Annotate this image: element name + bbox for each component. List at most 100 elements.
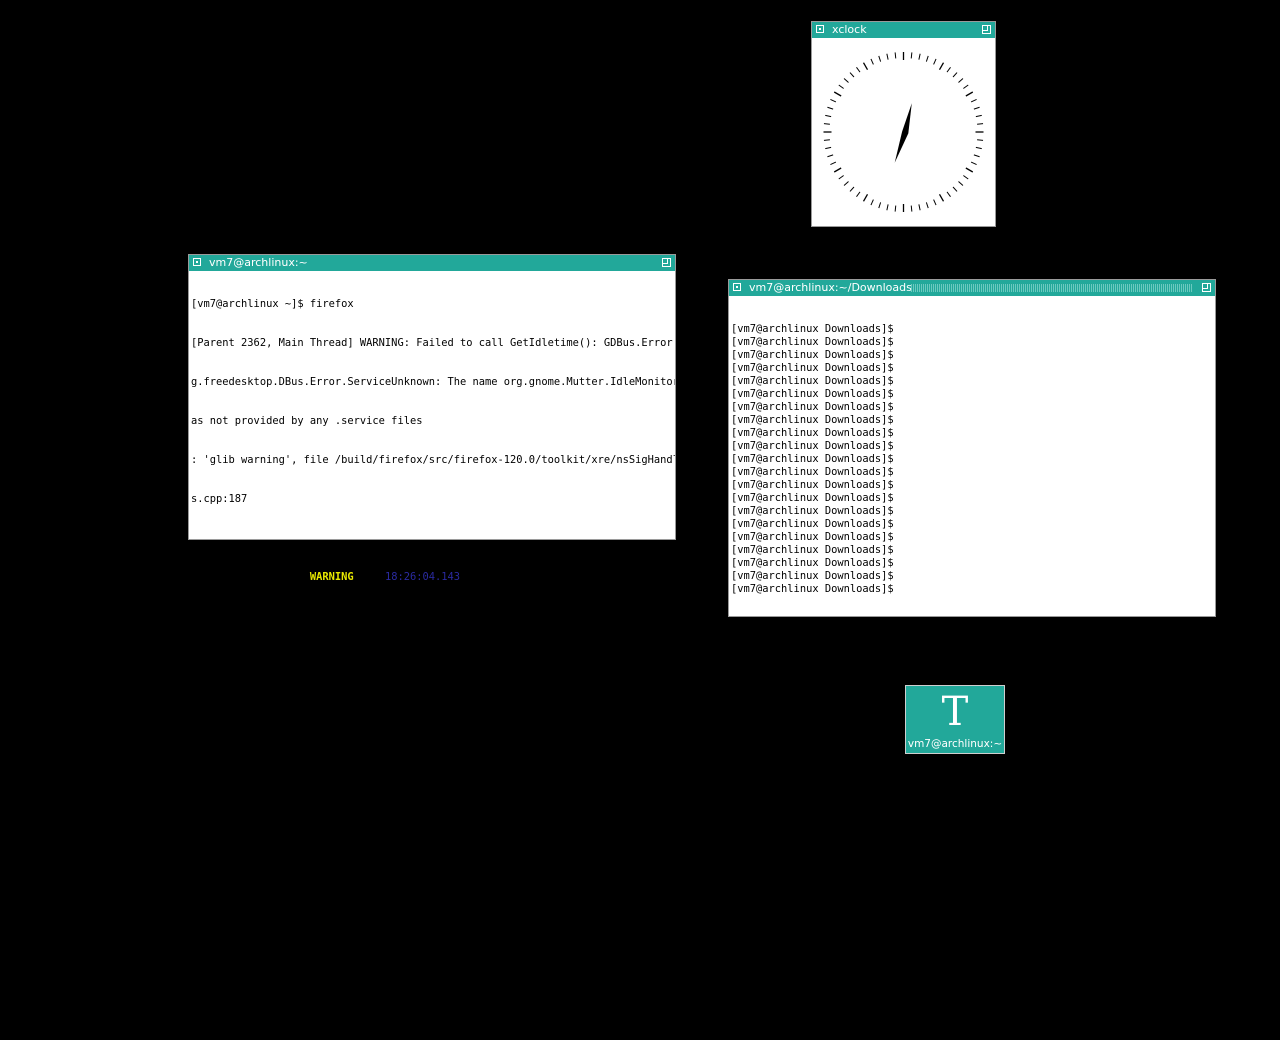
prompt-history-line: [vm7@archlinux Downloads]$ [731,466,894,478]
clock-tick [843,78,849,83]
terminal-line: Monitor was not provided by any .service… [191,649,479,661]
xclock-titlebar[interactable]: xclock [812,22,995,38]
window-menu-icon[interactable] [733,283,741,291]
terminal-line: [Parent 2362, Main Thread] WARNING: Fail… [191,337,675,349]
window-title: xclock [832,23,867,36]
clock-tick [856,66,861,73]
prompt-history-line: [vm7@archlinux Downloads]$ [731,427,894,439]
clock-tick [823,123,830,125]
terminal-titlebar[interactable]: vm7@archlinux:~ [189,255,675,271]
clock-tick [963,175,969,180]
warning-line: ** (firefox:2362): WARNING **: 18:26:04.… [191,571,675,584]
prompt-text: [vm7@archlinux ~]$ [191,1002,310,1014]
clock-tick [918,204,921,211]
prompt-history-line: [vm7@archlinux Downloads]$ [731,323,894,335]
prompt-history-line: [vm7@archlinux Downloads]$ [731,479,894,491]
prompt-history-line: [vm7@archlinux Downloads]$ [731,440,894,452]
clock-tick [870,58,874,65]
clock-tick [952,186,958,192]
clock-tick [938,62,945,70]
warning-rest: : Failed to call GetIdletime(): GDBus [460,571,675,583]
clock-tick [952,72,958,78]
resize-icon[interactable] [1202,283,1211,292]
clock-tick [825,114,832,118]
warning-time: 18:26:04.143 [384,571,461,583]
terminal-line: ^CExiting due to channel error. [191,727,385,739]
terminal-line: Exiting due to channel error. [191,922,373,934]
clock-tick [886,204,889,211]
clock-tick [894,205,897,212]
clock-tick [823,139,830,141]
terminal-line: s.cpp:187 [191,493,248,505]
prompt-history: [vm7@archlinux Downloads]$ [vm7@archlinux… [731,323,1213,596]
clock-tick [965,91,974,97]
icon-label: vm7@archlinux:~ [907,738,1003,750]
prompt-history-line: [vm7@archlinux Downloads]$ [731,401,894,413]
prompt-text: [vm7@archlinux Downloads]$ [731,700,900,712]
clock-tick [958,181,964,186]
clock-tick [833,91,842,97]
clock-tick [925,202,929,209]
clock-tick [970,161,977,165]
clock-tick [910,52,913,59]
clock-tick [830,99,837,103]
terminal-titlebar[interactable]: vm7@archlinux:~/Downloads [729,280,1215,296]
prompt-history-line: [vm7@archlinux Downloads]$ [731,453,894,465]
clock-tick [975,114,982,118]
clock-tick [933,58,937,65]
window-title: vm7@archlinux:~ [209,256,308,269]
prompt-history-line: [vm7@archlinux Downloads]$ [731,349,894,361]
clock-hand [894,103,912,163]
warning-label: WARNING [309,571,354,583]
clock-tick [975,146,982,150]
clock-tick [862,62,869,70]
terminal-icon: T [941,689,969,735]
analog-clock [823,52,984,212]
clock-tick [965,167,974,173]
clock-tick [977,123,984,125]
terminal-output[interactable]: [vm7@archlinux ~]$ firefox [Parent 2362,… [189,271,675,1040]
clock-tick [827,106,834,110]
clock-tick [894,52,897,59]
clock-tick [973,106,980,110]
terminal-line: Exiting due to channel error. [191,883,373,895]
clock-tick [958,78,964,83]
terminal-line: e [731,661,738,673]
prompt-history-line: [vm7@archlinux Downloads]$ [731,557,894,569]
window-menu-icon[interactable] [193,258,201,266]
clock-tick [933,199,937,206]
warning-prefix: ** (firefox:2362): [191,571,310,583]
firefox-terminal-window[interactable]: vm7@archlinux:~ [vm7@archlinux ~]$ firef… [188,254,676,1014]
terminal-output[interactable]: [vm7@archlinux Downloads]$ [vm7@archlinux… [729,296,1215,740]
prompt-history-line: [vm7@archlinux Downloads]$ [731,505,894,517]
clock-tick [925,55,929,62]
clock-tick [870,199,874,206]
clock-tick [833,167,842,173]
downloads-terminal-window[interactable]: vm7@archlinux:~/Downloads [vm7@archlinux… [728,279,1216,712]
clock-tick [970,99,977,103]
terminal-line: .Error:org.freedesktop.DBus.Error.Servic… [191,610,675,622]
clock-tick [862,194,869,202]
resize-icon[interactable] [662,258,671,267]
prompt-line[interactable]: [vm7@archlinux ~]$ [191,1000,673,1014]
clock-tick [843,181,849,186]
clock-tick [838,175,844,180]
clock-tick [963,84,969,89]
clock-tick [825,146,832,150]
resize-icon[interactable] [982,25,991,34]
iconified-terminal[interactable]: T vm7@archlinux:~ [905,685,1005,754]
prompt-history-line: [vm7@archlinux Downloads]$ [731,570,894,582]
xclock-window[interactable]: xclock [811,21,996,227]
terminal-line: [vm7@archlinux ~]$ firefox [191,298,354,310]
terminal-line: g.freedesktop.DBus.Error.ServiceUnknown:… [191,376,675,388]
terminal-line: as not provided by any .service files [191,415,423,427]
clock-tick [977,139,984,141]
prompt-history-line: [vm7@archlinux Downloads]$ [731,583,894,595]
window-menu-icon[interactable] [816,25,824,33]
prompt-history-line: [vm7@archlinux Downloads]$ [731,531,894,543]
clock-tick [886,53,889,60]
clock-tick [938,194,945,202]
